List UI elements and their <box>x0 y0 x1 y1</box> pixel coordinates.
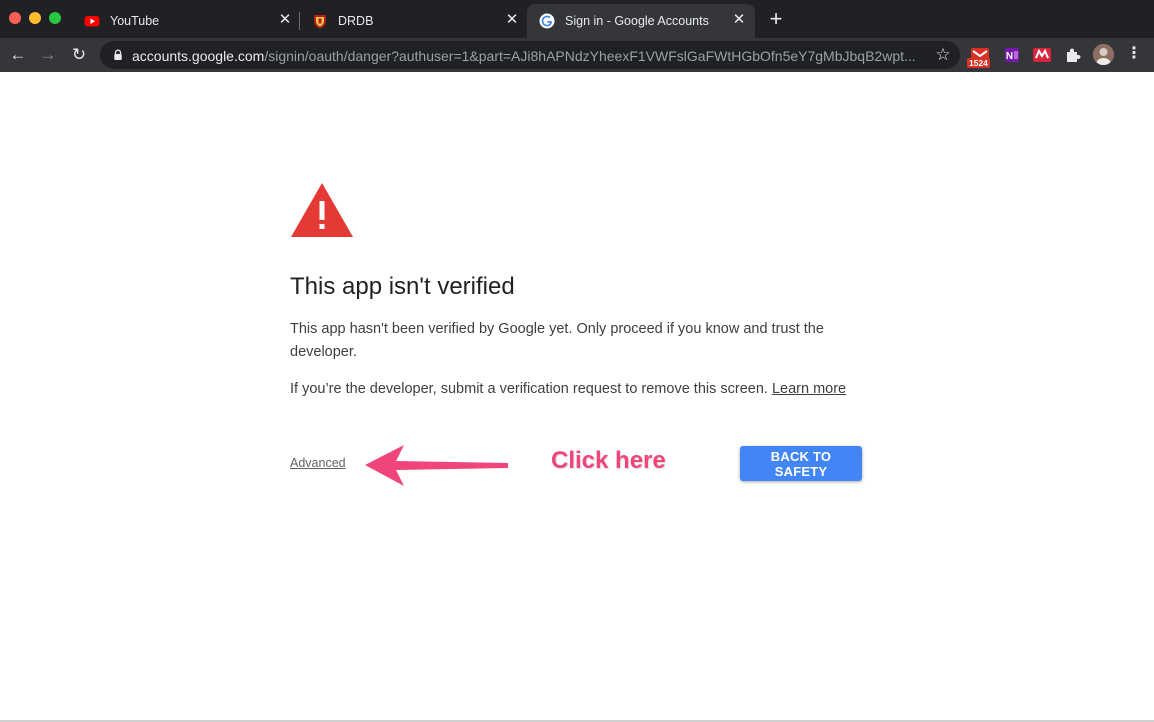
window-close-button[interactable] <box>9 12 21 24</box>
developer-note: If you’re the developer, submit a verifi… <box>290 379 850 399</box>
google-g-icon <box>539 13 555 29</box>
url-path: /signin/oauth/danger?authuser=1&part=AJi… <box>264 48 916 64</box>
extension-badge-count: 1524 <box>967 58 990 68</box>
back-arrow-icon[interactable]: ← <box>7 44 29 66</box>
warning-triangle-icon <box>291 183 353 237</box>
window-minimize-button[interactable] <box>29 12 41 24</box>
tab-drdb[interactable]: DRDB ✕ <box>300 4 526 38</box>
developer-note-text: If you’re the developer, submit a verifi… <box>290 381 768 397</box>
back-to-safety-button[interactable]: BACK TO SAFETY <box>740 446 862 481</box>
close-tab-icon[interactable]: ✕ <box>276 11 294 29</box>
tab-google-sign-in[interactable]: Sign in - Google Accounts ✕ <box>527 4 755 38</box>
drdb-shield-icon <box>314 15 326 29</box>
tab-title: DRDB <box>338 14 374 28</box>
close-tab-icon[interactable]: ✕ <box>730 11 748 29</box>
window-maximize-button[interactable] <box>49 12 61 24</box>
youtube-icon <box>84 16 100 27</box>
extensions-puzzle-icon[interactable] <box>1063 45 1083 65</box>
learn-more-link[interactable]: Learn more <box>772 381 846 397</box>
reload-icon[interactable]: ↻ <box>68 44 90 66</box>
bookmark-star-icon[interactable]: ☆ <box>933 45 953 65</box>
avatar-image <box>1093 44 1114 65</box>
url-text[interactable]: accounts.google.com/signin/oauth/danger?… <box>132 48 922 64</box>
unverified-description: This app hasn't been verified by Google … <box>290 321 824 360</box>
profile-avatar[interactable] <box>1093 44 1114 65</box>
svg-text:N: N <box>1006 51 1013 62</box>
tab-title: YouTube <box>110 14 160 28</box>
tab-youtube[interactable]: YouTube ✕ <box>72 4 298 38</box>
click-here-annotation: Click here <box>551 447 666 474</box>
new-tab-button[interactable]: + <box>765 8 787 30</box>
onenote-extension-icon[interactable]: N <box>1002 45 1022 65</box>
page-title: This app isn't verified <box>290 273 515 300</box>
tab-strip: YouTube ✕ DRDB ✕ Sign in - Google Accoun… <box>0 0 1154 38</box>
forward-arrow-icon[interactable]: → <box>37 44 59 66</box>
more-vertical-icon[interactable]: ⋮ <box>1126 44 1142 64</box>
lock-icon[interactable] <box>112 49 124 61</box>
annotation-arrow <box>365 445 508 486</box>
close-tab-icon[interactable]: ✕ <box>503 11 521 29</box>
address-bar[interactable]: accounts.google.com/signin/oauth/danger?… <box>100 41 960 69</box>
url-host: accounts.google.com <box>132 48 265 64</box>
advanced-link[interactable]: Advanced <box>290 456 346 470</box>
tab-title: Sign in - Google Accounts <box>565 14 709 28</box>
mendeley-extension-icon[interactable] <box>1032 45 1052 65</box>
